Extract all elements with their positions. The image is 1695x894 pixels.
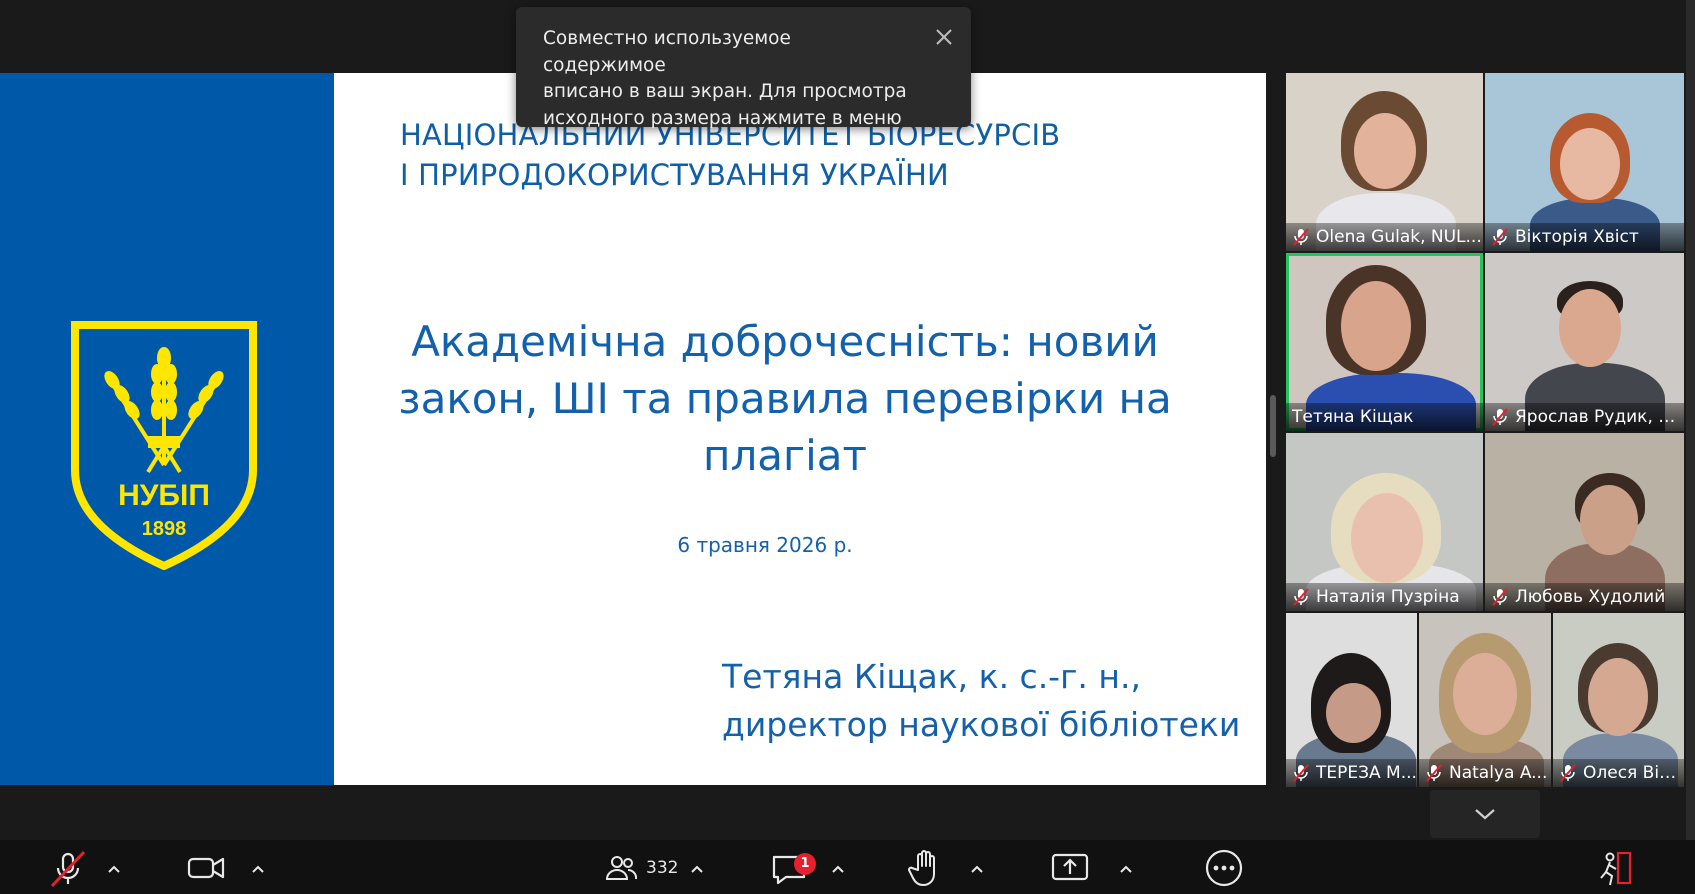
participants-count: 332 — [646, 858, 679, 878]
participant-name: Вікторія Хвіст — [1515, 227, 1639, 247]
mic-muted-icon — [1293, 588, 1309, 606]
gallery-scroll-down-button[interactable] — [1430, 790, 1540, 838]
chevron-up-icon[interactable] — [106, 852, 122, 882]
participant-name: Тетяна Кіщак — [1292, 407, 1414, 427]
raise-hand-icon — [908, 850, 935, 886]
video-tile[interactable]: Natalya A... — [1419, 613, 1551, 787]
chevron-up-icon[interactable] — [830, 852, 846, 882]
video-button[interactable] — [186, 846, 226, 890]
mic-muted-icon — [1560, 764, 1576, 782]
participants-icon — [605, 856, 638, 880]
leave-button[interactable] — [1594, 846, 1634, 890]
university-line-2: І ПРИРОДОКОРИСТУВАННЯ УКРАЇНИ — [400, 158, 949, 192]
notification-line-1: Совместно используемое содержимое — [543, 28, 791, 76]
title-line-3: плагіат — [703, 431, 867, 480]
chevron-up-icon[interactable] — [689, 852, 705, 882]
meeting-stage: НУБІП 1898 НАЦІОНАЛЬНИЙ УНІВЕРСИТЕТ БІОР… — [0, 0, 1695, 840]
raise-hand-button[interactable] — [908, 846, 948, 890]
chevron-up-icon[interactable] — [250, 852, 266, 882]
participant-name-bar: Вікторія Хвіст — [1485, 223, 1684, 251]
participant-name-bar: ТЕРЕЗА М... — [1286, 759, 1417, 787]
chevron-up-icon[interactable] — [969, 852, 985, 882]
mic-muted-icon — [1492, 228, 1508, 246]
close-icon[interactable] — [932, 25, 956, 49]
mic-muted-icon — [1293, 228, 1309, 246]
shared-slide: НУБІП 1898 НАЦІОНАЛЬНИЙ УНІВЕРСИТЕТ БІОР… — [0, 73, 1266, 785]
mic-muted-icon — [1426, 764, 1442, 782]
meeting-toolbar: 332 — [0, 840, 1695, 894]
participant-name-bar: Natalya A... — [1419, 759, 1551, 787]
slide-author: Тетяна Кіщак, к. с.-г. н., директор наук… — [722, 653, 1240, 749]
video-tile[interactable]: Наталія Пузріна — [1286, 433, 1483, 611]
video-tile[interactable]: Любовь Худолий — [1485, 433, 1684, 611]
camera-icon — [187, 857, 225, 879]
video-tile[interactable]: Ярослав Рудик, Н... — [1485, 253, 1684, 431]
participant-name-bar: Olena Gulak, NUL... — [1286, 223, 1483, 251]
video-tile[interactable]: Олеся Віт... — [1553, 613, 1684, 787]
participant-name-bar: Наталія Пузріна — [1286, 583, 1483, 611]
title-line-2: закон, ШІ та правила перевірки на — [398, 374, 1172, 423]
mic-muted-icon — [1492, 408, 1508, 426]
fit-to-screen-notification: Совместно используемое содержимое вписан… — [516, 7, 971, 129]
notification-line-2: вписано в ваш экран. Для просмотра — [543, 81, 907, 102]
title-line-1: Академічна доброчесність: новий — [411, 317, 1159, 366]
participant-name-bar: Любовь Худолий — [1485, 583, 1684, 611]
share-screen-button[interactable] — [1050, 846, 1090, 890]
slide-blue-band: НУБІП 1898 — [0, 73, 334, 785]
slide-title: Академічна доброчесність: новий закон, Ш… — [385, 313, 1185, 484]
participant-name-bar: Тетяна Кіщак — [1286, 403, 1483, 431]
video-tile[interactable]: ТЕРЕЗА М... — [1286, 613, 1417, 787]
author-line-1: Тетяна Кіщак, к. с.-г. н., — [722, 657, 1141, 696]
participant-name: ТЕРЕЗА М... — [1316, 763, 1417, 783]
participant-name: Наталія Пузріна — [1316, 587, 1460, 607]
participant-gallery: Olena Gulak, NUL... Вікторія Хвіст Тетян… — [1286, 73, 1684, 787]
chevron-up-icon[interactable] — [1118, 852, 1134, 882]
participant-name: Ярослав Рудик, Н... — [1515, 407, 1684, 427]
slide-date: 6 травня 2026 р. — [677, 533, 853, 557]
window-edge — [1686, 0, 1695, 894]
participant-name: Natalya A... — [1449, 763, 1548, 783]
notification-line-3: исходного размера нажмите в меню — [543, 107, 902, 129]
participant-name: Olena Gulak, NUL... — [1316, 227, 1482, 247]
logo-text: НУБІП — [118, 479, 210, 512]
participant-name-bar: Олеся Віт... — [1553, 759, 1684, 787]
share-screen-icon — [1051, 853, 1089, 881]
university-logo: НУБІП 1898 — [71, 321, 257, 570]
mute-button[interactable] — [48, 846, 88, 890]
chat-unread-badge: 1 — [794, 853, 816, 875]
video-tile-active-speaker[interactable]: Тетяна Кіщак — [1286, 253, 1483, 431]
mic-muted-icon — [1293, 764, 1309, 782]
more-button[interactable] — [1204, 846, 1244, 890]
video-tile[interactable]: Olena Gulak, NUL... — [1286, 73, 1483, 251]
more-icon — [1205, 849, 1243, 887]
author-line-2: директор наукової бібліотеки — [722, 705, 1241, 744]
participants-button[interactable]: 332 — [604, 846, 684, 890]
panel-resize-handle[interactable] — [1270, 395, 1276, 457]
notification-text: Совместно используемое содержимое вписан… — [543, 26, 913, 132]
participant-name: Любовь Худолий — [1515, 587, 1666, 607]
video-tile[interactable]: Вікторія Хвіст — [1485, 73, 1684, 251]
mic-muted-icon — [1492, 588, 1508, 606]
participant-name-bar: Ярослав Рудик, Н... — [1485, 403, 1684, 431]
logo-year: 1898 — [142, 518, 187, 540]
mic-muted-icon — [50, 850, 86, 888]
leave-icon — [1600, 851, 1632, 886]
chevron-down-icon — [1475, 809, 1495, 820]
participant-name: Олеся Віт... — [1583, 763, 1684, 783]
